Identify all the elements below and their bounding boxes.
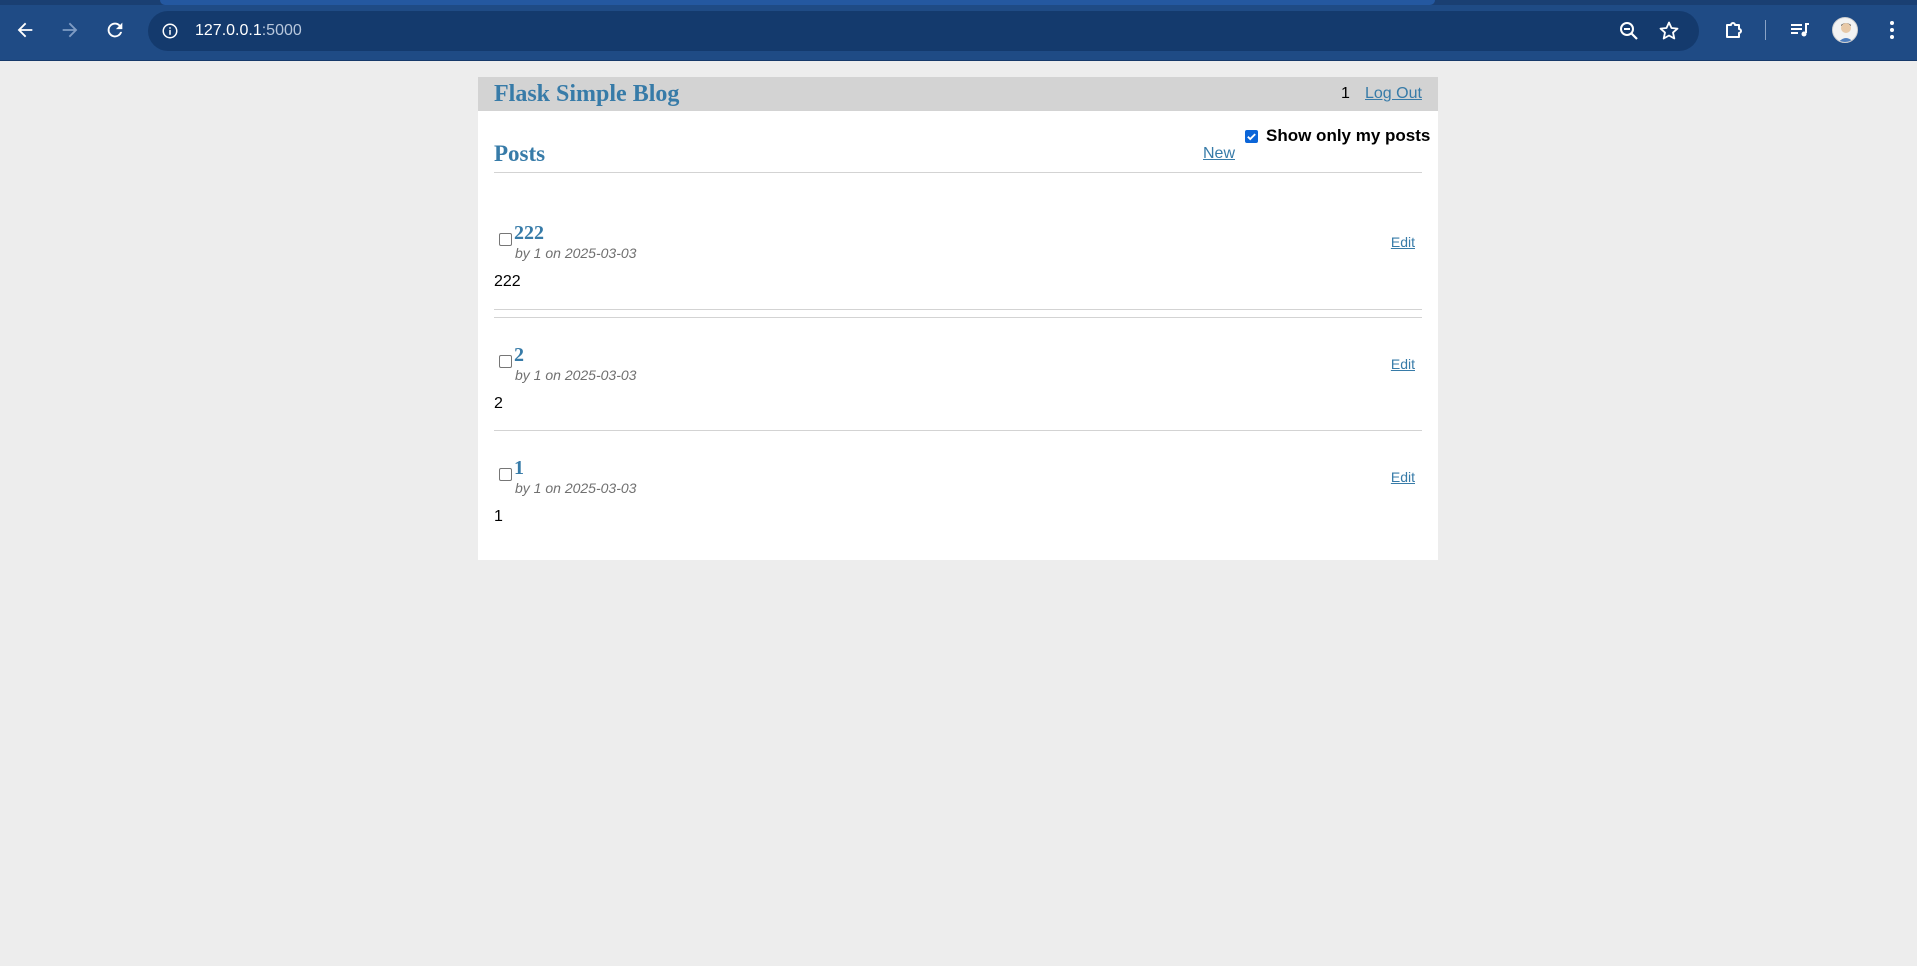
post-body: 222 [494,273,521,290]
media-controls-icon[interactable] [1788,18,1812,42]
post-title[interactable]: 2 [514,344,524,366]
post-title[interactable]: 222 [514,222,544,244]
profile-avatar[interactable] [1832,17,1858,43]
back-arrow-icon[interactable] [9,14,41,46]
zoom-icon[interactable] [1617,19,1641,43]
page-container: Flask Simple Blog 1 Log Out Show only my… [478,77,1438,560]
post-edit-link[interactable]: Edit [1391,356,1415,372]
post-item: 1 by 1 on 2025-03-03 Edit 1 [494,457,1422,537]
post-meta: by 1 on 2025-03-03 [515,367,637,383]
extensions-icon[interactable] [1722,18,1746,42]
reload-icon[interactable] [99,14,131,46]
url-host: 127.0.0.1 [195,22,262,39]
post-divider [494,317,1422,318]
post-select-checkbox[interactable] [499,468,512,481]
post-title[interactable]: 1 [514,457,524,479]
post-item: 2 by 1 on 2025-03-03 Edit 2 [494,344,1422,424]
menu-kebab-icon[interactable] [1880,18,1904,42]
post-edit-link[interactable]: Edit [1391,234,1415,250]
bookmark-star-icon[interactable] [1657,19,1681,43]
post-meta: by 1 on 2025-03-03 [515,480,637,496]
site-info-icon[interactable] [158,19,182,43]
site-title[interactable]: Flask Simple Blog [494,81,679,108]
site-header: Flask Simple Blog 1 Log Out [478,77,1438,111]
logout-link[interactable]: Log Out [1365,85,1422,103]
url-text[interactable]: 127.0.0.1:5000 [195,22,302,40]
new-post-link[interactable]: New [1203,145,1235,163]
post-divider [494,430,1422,431]
post-meta: by 1 on 2025-03-03 [515,245,637,261]
posts-heading: Posts [494,141,546,166]
browser-toolbar: 127.0.0.1:5000 [0,0,1917,61]
post-divider [494,309,1422,310]
show-my-posts-label[interactable]: Show only my posts [1266,126,1430,146]
tab-strip [0,0,1917,5]
show-my-posts-checkbox[interactable] [1245,129,1258,143]
url-port: :5000 [261,22,302,39]
post-select-checkbox[interactable] [499,355,512,368]
show-my-posts-filter[interactable]: Show only my posts [1245,126,1430,146]
post-edit-link[interactable]: Edit [1391,469,1415,485]
current-username: 1 [1341,85,1350,102]
post-item: 222 by 1 on 2025-03-03 Edit 222 [494,222,1422,302]
post-body: 2 [494,395,503,412]
post-body: 1 [494,508,503,525]
toolbar-separator [1765,20,1766,40]
forward-arrow-icon[interactable] [54,14,86,46]
address-bar[interactable]: 127.0.0.1:5000 [148,11,1699,51]
heading-divider [494,172,1422,173]
post-select-checkbox[interactable] [499,233,512,246]
